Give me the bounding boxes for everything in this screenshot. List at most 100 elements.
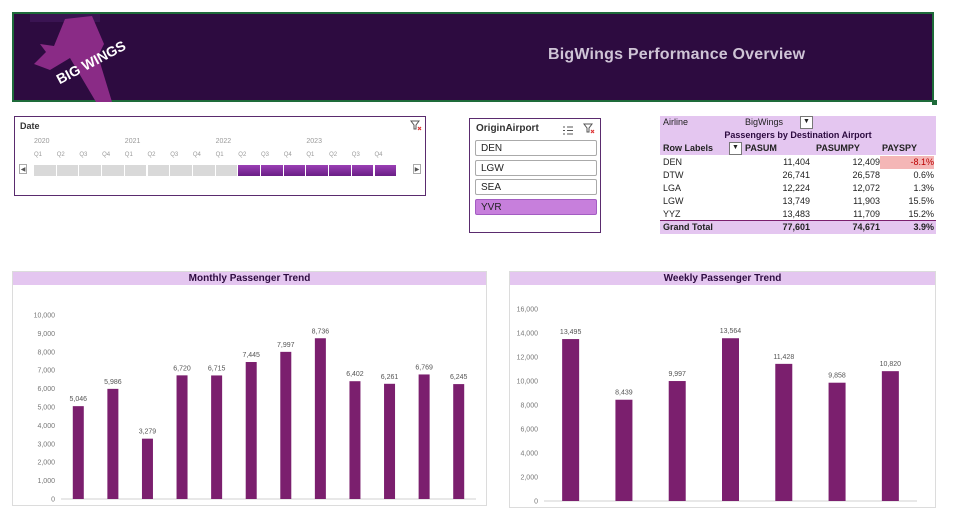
timeline-cell[interactable] bbox=[34, 165, 56, 176]
y-tick-label: 3,000 bbox=[37, 441, 55, 448]
timeline-cell[interactable] bbox=[56, 165, 79, 176]
data-label: 3,279 bbox=[139, 429, 157, 436]
timeline-cell-selected[interactable] bbox=[351, 165, 374, 176]
bar-jun[interactable] bbox=[245, 362, 257, 499]
timeline-quarter-label: Q1 bbox=[215, 152, 224, 158]
bar-jul[interactable] bbox=[280, 351, 292, 499]
bar-dec[interactable] bbox=[453, 384, 465, 499]
row-label: LGW bbox=[663, 196, 684, 206]
timeline-cell-selected[interactable] bbox=[374, 165, 397, 176]
timeline-quarter-label: Q3 bbox=[261, 152, 270, 158]
data-label: 9,858 bbox=[828, 373, 846, 380]
bar-aug[interactable] bbox=[314, 338, 326, 499]
y-tick-label: 8,000 bbox=[520, 403, 538, 410]
y-tick-label: 4,000 bbox=[37, 423, 55, 430]
cell-payspy: 1.3% bbox=[913, 183, 934, 193]
timeline-year-label: 2022 bbox=[215, 138, 232, 145]
clear-filter-icon[interactable] bbox=[410, 120, 422, 135]
total-payspy: 3.9% bbox=[913, 222, 934, 232]
timeline-quarter-label: Q1 bbox=[34, 152, 43, 158]
monthly-chart-title: Monthly Passenger Trend bbox=[13, 272, 486, 285]
monthly-chart-frame[interactable]: Monthly Passenger Trend 0 1,000 2,000 3,000… bbox=[12, 271, 487, 514]
weekly-chart-frame[interactable]: Weekly Passenger Trend 0 2,000 4,000 6,000 8… bbox=[509, 271, 936, 516]
y-tick-label: 0 bbox=[51, 497, 55, 504]
row-label: DEN bbox=[663, 157, 683, 167]
column-header-payspy: PAYSPY bbox=[882, 143, 918, 153]
data-label: 9,997 bbox=[668, 371, 686, 378]
bar-apr[interactable] bbox=[176, 375, 188, 499]
bar-sep[interactable] bbox=[349, 381, 361, 499]
timeline-quarter-label: Q2 bbox=[238, 152, 247, 158]
timeline-scroll-left-button[interactable]: ◀ bbox=[19, 164, 27, 174]
timeline-cell[interactable] bbox=[215, 165, 238, 176]
timeline-scroll-right-button[interactable]: ▶ bbox=[413, 164, 421, 174]
cell-pasum: 11,404 bbox=[783, 157, 810, 167]
timeline-cell[interactable] bbox=[147, 165, 170, 176]
row-labels-dropdown-icon[interactable]: ▼ bbox=[729, 142, 742, 155]
timeline-cell[interactable] bbox=[79, 165, 102, 176]
bar-wed[interactable] bbox=[668, 381, 686, 501]
data-label: 5,986 bbox=[104, 379, 122, 386]
pivot-table[interactable]: Airline BigWings ▼ Passengers by Destina… bbox=[660, 116, 936, 234]
bar-oct[interactable] bbox=[384, 383, 396, 499]
column-header-pasumpy: PASUMPY bbox=[816, 143, 860, 153]
total-pasumpy: 74,671 bbox=[852, 222, 880, 232]
pivot-grand-total-row: Grand Total 77,601 74,671 3.9% bbox=[660, 220, 936, 234]
timeline-cell-selected[interactable] bbox=[329, 165, 351, 176]
origin-option-sea[interactable]: SEA bbox=[475, 179, 597, 195]
y-tick-label: 6,000 bbox=[37, 386, 55, 393]
timeline-quarter-label: Q2 bbox=[329, 152, 338, 158]
bar-sat[interactable] bbox=[828, 382, 846, 501]
cell-pasumpy: 11,903 bbox=[853, 196, 880, 206]
cell-payspy: -8.1% bbox=[880, 156, 934, 169]
multi-select-icon[interactable] bbox=[562, 123, 574, 141]
timeline-cell[interactable] bbox=[102, 165, 124, 176]
bar-sun[interactable] bbox=[881, 371, 899, 501]
bar-may[interactable] bbox=[211, 375, 223, 499]
data-label: 13,495 bbox=[560, 329, 582, 336]
pivot-row: LGA 12,224 12,072 1.3% bbox=[660, 182, 936, 195]
timeline-quarter-label: Q3 bbox=[79, 152, 88, 158]
bar-tue[interactable] bbox=[615, 399, 633, 501]
y-tick-label: 5,000 bbox=[37, 405, 55, 412]
timeline-quarter-label: Q4 bbox=[102, 152, 111, 158]
date-timeline-slicer[interactable]: Date ◀ ▶ 2020 2021 2022 2023 Q1 Q2 Q3 Q4 Q1 Q2 Q3 Q… bbox=[14, 116, 426, 196]
y-tick-label: 4,000 bbox=[520, 451, 538, 458]
cell-pasum: 26,741 bbox=[782, 170, 810, 180]
timeline-cell-selected[interactable] bbox=[283, 165, 306, 176]
pivot-row: YYZ 13,483 11,709 15.2% bbox=[660, 208, 936, 221]
y-tick-label: 10,000 bbox=[34, 313, 56, 320]
bar-nov[interactable] bbox=[418, 374, 430, 499]
timeline-cell[interactable] bbox=[124, 165, 147, 176]
timeline-cell-selected[interactable] bbox=[306, 165, 329, 176]
timeline-quarter-label: Q3 bbox=[170, 152, 179, 158]
filter-value: BigWings bbox=[745, 117, 784, 127]
y-tick-label: 9,000 bbox=[37, 331, 55, 338]
timeline-cell-selected[interactable] bbox=[261, 165, 283, 176]
timeline-quarter-label: Q4 bbox=[283, 152, 292, 158]
bar-mar[interactable] bbox=[141, 438, 153, 499]
filter-dropdown-icon[interactable]: ▼ bbox=[800, 116, 813, 129]
bar-feb[interactable] bbox=[107, 388, 119, 499]
timeline-cell[interactable] bbox=[192, 165, 215, 176]
origin-option-lgw[interactable]: LGW bbox=[475, 159, 597, 176]
timeline-cell-selected[interactable] bbox=[238, 165, 260, 176]
bar-thu[interactable] bbox=[722, 338, 739, 501]
monthly-passenger-chart: 0 1,000 2,000 3,000 4,000 5,000 6,000 7,000 8,00… bbox=[34, 313, 476, 514]
banner-resize-handle[interactable] bbox=[932, 100, 937, 105]
column-header-pasum: PASUM bbox=[745, 143, 777, 153]
timeline-cell[interactable] bbox=[170, 165, 192, 176]
bar-jan[interactable] bbox=[72, 406, 84, 499]
bar-fri[interactable] bbox=[775, 363, 793, 501]
origin-airport-slicer[interactable]: OriginAirport DEN LGW SEA YVR bbox=[469, 118, 601, 233]
data-label: 8,736 bbox=[312, 328, 330, 335]
origin-option-yvr[interactable]: YVR bbox=[475, 198, 597, 215]
filter-label: Airline bbox=[663, 117, 689, 127]
cell-pasumpy: 26,578 bbox=[852, 170, 880, 180]
bar-mon[interactable] bbox=[562, 339, 580, 501]
pivot-row: DEN 11,404 12,409 -8.1% bbox=[660, 156, 936, 169]
origin-option-den[interactable]: DEN bbox=[475, 140, 597, 156]
y-tick-label: 7,000 bbox=[37, 368, 55, 375]
cell-pasum: 12,224 bbox=[782, 183, 810, 193]
clear-filter-icon[interactable] bbox=[583, 122, 595, 140]
